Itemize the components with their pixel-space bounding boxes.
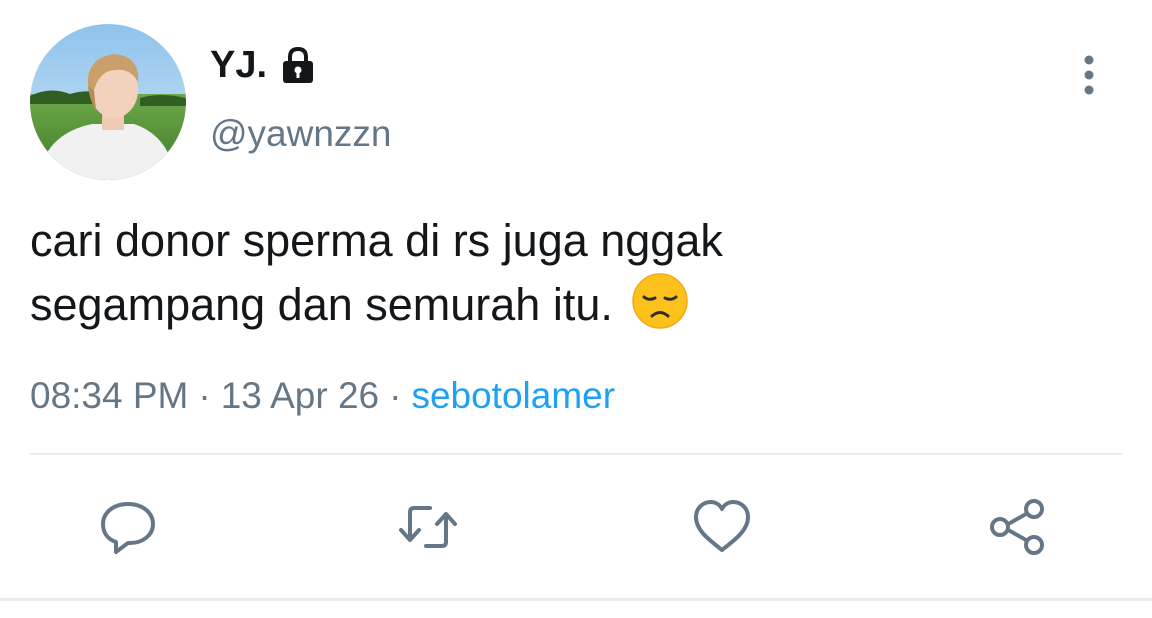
avatar[interactable] xyxy=(30,24,186,180)
tweet-text: cari donor sperma di rs juga nggak segam… xyxy=(30,210,1110,336)
avatar-photo xyxy=(30,24,186,180)
display-name-text: YJ. xyxy=(210,44,268,86)
retweet-icon[interactable] xyxy=(396,495,460,559)
divider xyxy=(30,453,1122,455)
tweet-date: 13 Apr 26 xyxy=(220,375,380,416)
tweet-source-link[interactable]: sebotolamer xyxy=(411,375,615,416)
tweet-text-line-1: cari donor sperma di rs juga nggak xyxy=(30,215,723,266)
tweet-card: YJ. @yawnzzn cari donor sperma di rs jug… xyxy=(0,0,1152,618)
tweet-text-line-2: segampang dan semurah itu. xyxy=(30,279,613,330)
more-vertical-icon[interactable] xyxy=(1072,52,1106,98)
heart-icon[interactable] xyxy=(690,495,754,559)
tweet-meta: 08:34 PM · 13 Apr 26 · sebotolamer xyxy=(30,372,615,420)
lock-icon xyxy=(277,44,319,86)
share-icon[interactable] xyxy=(986,495,1050,559)
user-handle[interactable]: @yawnzzn xyxy=(210,112,392,156)
tweet-time: 08:34 PM xyxy=(30,375,189,416)
reply-icon[interactable] xyxy=(96,495,160,559)
display-name[interactable]: YJ. xyxy=(210,42,319,88)
divider xyxy=(0,598,1152,601)
meta-separator: · xyxy=(389,375,402,416)
disappointed-face-emoji xyxy=(631,272,689,330)
meta-separator: · xyxy=(198,375,211,416)
